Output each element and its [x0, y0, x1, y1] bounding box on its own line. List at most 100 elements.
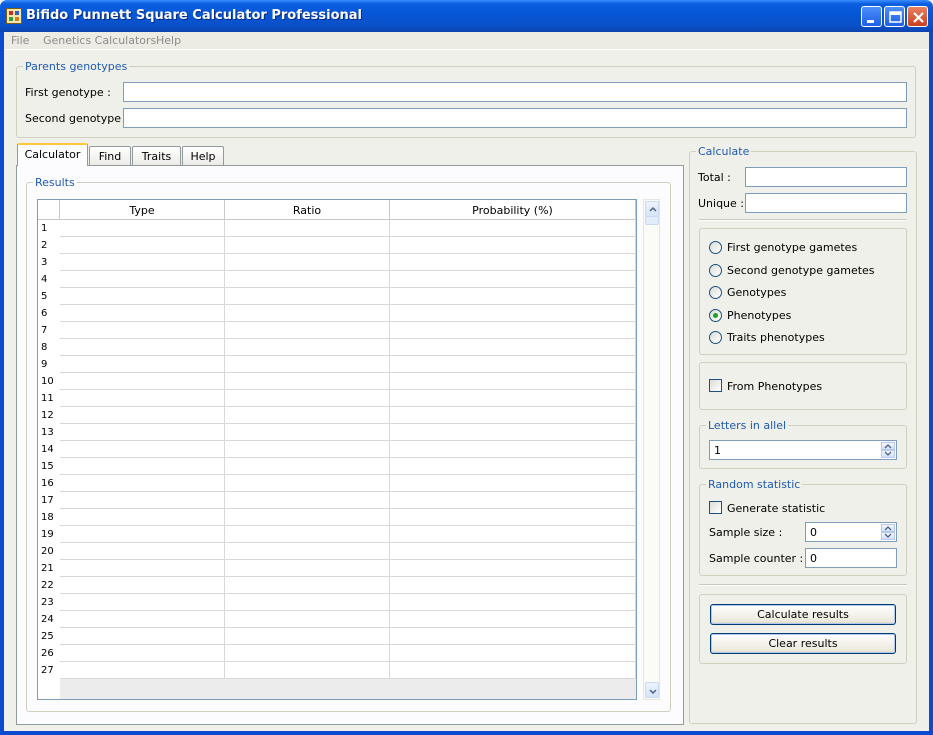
total-field[interactable] [745, 167, 907, 187]
tab-help[interactable]: Help [182, 146, 224, 165]
table-cell-probability[interactable] [390, 220, 636, 237]
table-cell-ratio[interactable] [225, 254, 390, 271]
radio-label-first-genotype-gametes[interactable]: First genotype gametes [727, 241, 857, 254]
scroll-thumb[interactable] [645, 216, 659, 225]
table-cell-type[interactable] [60, 611, 225, 628]
spin-up-icon[interactable] [881, 524, 895, 532]
table-cell-ratio[interactable] [225, 509, 390, 526]
spin-down-icon[interactable] [881, 532, 895, 540]
table-cell-type[interactable] [60, 526, 225, 543]
table-cell-ratio[interactable] [225, 237, 390, 254]
row-number[interactable]: 6 [38, 305, 60, 322]
table-cell-probability[interactable] [390, 611, 636, 628]
table-cell-type[interactable] [60, 305, 225, 322]
table-cell-ratio[interactable] [225, 577, 390, 594]
tab-calculator[interactable]: Calculator [17, 143, 88, 166]
table-cell-type[interactable] [60, 492, 225, 509]
table-cell-ratio[interactable] [225, 220, 390, 237]
row-number[interactable]: 2 [38, 237, 60, 254]
results-scrollbar[interactable] [643, 199, 660, 700]
row-number[interactable]: 25 [38, 628, 60, 645]
radio-traits-phenotypes[interactable] [709, 331, 722, 344]
table-cell-probability[interactable] [390, 543, 636, 560]
row-number[interactable]: 8 [38, 339, 60, 356]
table-cell-probability[interactable] [390, 424, 636, 441]
table-cell-probability[interactable] [390, 509, 636, 526]
minimize-button[interactable] [861, 6, 882, 27]
row-number[interactable]: 10 [38, 373, 60, 390]
table-cell-type[interactable] [60, 254, 225, 271]
table-cell-type[interactable] [60, 390, 225, 407]
table-cell-probability[interactable] [390, 458, 636, 475]
second-genotype-input[interactable] [123, 108, 907, 128]
from-phenotypes-checkbox[interactable] [709, 379, 722, 392]
radio-label-second-genotype-gametes[interactable]: Second genotype gametes [727, 264, 875, 277]
table-cell-ratio[interactable] [225, 288, 390, 305]
tab-find[interactable]: Find [89, 146, 131, 165]
table-cell-type[interactable] [60, 424, 225, 441]
table-cell-probability[interactable] [390, 373, 636, 390]
spin-up-icon[interactable] [881, 442, 895, 450]
table-cell-type[interactable] [60, 645, 225, 662]
sample-size-spin-buttons[interactable] [881, 524, 895, 540]
radio-first-genotype-gametes[interactable] [709, 241, 722, 254]
row-number[interactable]: 4 [38, 271, 60, 288]
table-cell-ratio[interactable] [225, 492, 390, 509]
table-cell-probability[interactable] [390, 560, 636, 577]
table-cell-probability[interactable] [390, 628, 636, 645]
table-cell-probability[interactable] [390, 288, 636, 305]
unique-field[interactable] [745, 193, 907, 213]
row-number[interactable]: 23 [38, 594, 60, 611]
table-cell-probability[interactable] [390, 577, 636, 594]
row-number[interactable]: 14 [38, 441, 60, 458]
table-cell-ratio[interactable] [225, 373, 390, 390]
table-cell-probability[interactable] [390, 390, 636, 407]
first-genotype-input[interactable] [123, 82, 907, 102]
table-cell-type[interactable] [60, 339, 225, 356]
sample-counter-field[interactable]: 0 [805, 548, 897, 568]
title-bar[interactable]: Bifido Punnett Square Calculator Profess… [0, 0, 933, 32]
table-cell-type[interactable] [60, 373, 225, 390]
row-number[interactable]: 27 [38, 662, 60, 679]
table-cell-probability[interactable] [390, 237, 636, 254]
spin-down-icon[interactable] [881, 450, 895, 458]
radio-label-traits-phenotypes[interactable]: Traits phenotypes [727, 331, 825, 344]
table-cell-type[interactable] [60, 628, 225, 645]
row-number[interactable]: 5 [38, 288, 60, 305]
scroll-up-button[interactable] [645, 201, 659, 217]
radio-genotypes[interactable] [709, 286, 722, 299]
row-number[interactable]: 26 [38, 645, 60, 662]
row-number[interactable]: 17 [38, 492, 60, 509]
table-cell-ratio[interactable] [225, 458, 390, 475]
table-cell-ratio[interactable] [225, 305, 390, 322]
row-number[interactable]: 1 [38, 220, 60, 237]
table-cell-ratio[interactable] [225, 645, 390, 662]
radio-label-genotypes[interactable]: Genotypes [727, 286, 786, 299]
table-cell-probability[interactable] [390, 526, 636, 543]
row-number[interactable]: 7 [38, 322, 60, 339]
table-cell-probability[interactable] [390, 356, 636, 373]
radio-second-genotype-gametes[interactable] [709, 264, 722, 277]
table-cell-ratio[interactable] [225, 662, 390, 679]
table-cell-type[interactable] [60, 662, 225, 679]
table-cell-type[interactable] [60, 441, 225, 458]
table-cell-probability[interactable] [390, 271, 636, 288]
menu-genetics-calculators[interactable]: Genetics Calculators [43, 34, 156, 47]
calculate-results-button[interactable]: Calculate results [710, 604, 896, 625]
column-header-type[interactable]: Type [60, 200, 225, 220]
tab-traits[interactable]: Traits [132, 146, 181, 165]
table-cell-ratio[interactable] [225, 424, 390, 441]
row-number[interactable]: 18 [38, 509, 60, 526]
row-number[interactable]: 22 [38, 577, 60, 594]
table-cell-probability[interactable] [390, 492, 636, 509]
table-cell-type[interactable] [60, 458, 225, 475]
table-cell-ratio[interactable] [225, 271, 390, 288]
table-cell-probability[interactable] [390, 254, 636, 271]
table-cell-probability[interactable] [390, 407, 636, 424]
row-number[interactable]: 20 [38, 543, 60, 560]
table-cell-ratio[interactable] [225, 322, 390, 339]
row-number[interactable]: 3 [38, 254, 60, 271]
column-header-ratio[interactable]: Ratio [225, 200, 390, 220]
table-cell-probability[interactable] [390, 305, 636, 322]
sample-size-spinner[interactable]: 0 [805, 522, 897, 542]
